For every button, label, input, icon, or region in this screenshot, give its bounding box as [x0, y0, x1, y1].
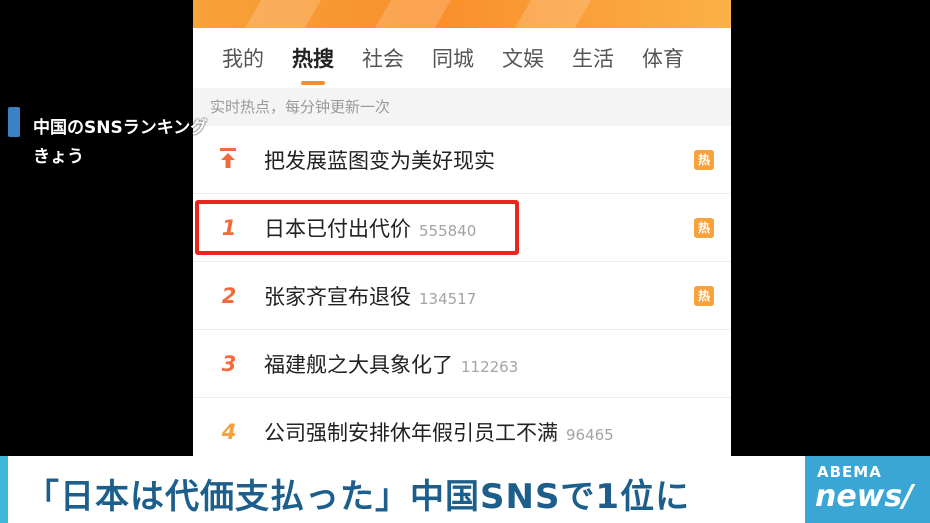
caption-text: 「日本は代価支払った」中国SNSで1位に: [25, 477, 691, 517]
tab-entertainment[interactable]: 文娱: [502, 43, 544, 73]
rank-number: 2: [221, 283, 237, 308]
overlay-subtitle: きょう: [33, 147, 84, 167]
rank-number: 3: [221, 351, 237, 376]
list-item[interactable]: 3 福建舰之大具象化了 112263: [193, 330, 731, 398]
hot-badge-icon: 热: [694, 149, 714, 170]
highlight-box: [195, 200, 519, 255]
topic-title[interactable]: 福建舰之大具象化了 112263: [264, 349, 518, 379]
tab-sports[interactable]: 体育: [642, 43, 684, 73]
search-count: 96465: [566, 426, 614, 444]
topic-title[interactable]: 把发展蓝图变为美好现实: [264, 145, 495, 175]
tab-mine[interactable]: 我的: [222, 43, 264, 73]
list-item[interactable]: 2 张家齐宣布退役 134517 热: [193, 262, 731, 330]
label-marker: [8, 107, 20, 137]
list-item[interactable]: 把发展蓝图变为美好现实 热: [193, 126, 731, 194]
topic-title[interactable]: 张家齐宣布退役 134517: [264, 281, 476, 311]
tab-life[interactable]: 生活: [572, 43, 614, 73]
search-count: 134517: [419, 289, 477, 308]
caption-bar: 「日本は代価支払った」中国SNSで1位に: [0, 456, 930, 523]
rank-number: 4: [221, 420, 237, 444]
topic-title[interactable]: 公司强制安排休年假引员工不满 96465: [264, 417, 614, 447]
category-tabs: 我的 热搜 社会 同城 文娱 生活 体育: [193, 28, 731, 88]
search-count: 112263: [461, 357, 519, 376]
overlay-title: 中国のSNSランキング: [33, 118, 208, 138]
hot-badge-icon: 热: [694, 217, 714, 238]
tab-society[interactable]: 社会: [362, 43, 404, 73]
logo-bottom-text: news/: [815, 479, 914, 514]
top-banner: [193, 0, 731, 28]
abema-news-logo: ABEMA news/: [805, 456, 930, 523]
list-item[interactable]: 4 公司强制安排休年假引员工不满 96465: [193, 398, 731, 456]
caption-accent: [0, 456, 8, 523]
tab-local[interactable]: 同城: [432, 43, 474, 73]
pinned-top-icon: [219, 147, 237, 173]
update-hint: 实时热点，每分钟更新一次: [193, 88, 731, 126]
hot-badge-icon: 热: [694, 285, 714, 306]
tab-hot-search[interactable]: 热搜: [292, 43, 334, 85]
